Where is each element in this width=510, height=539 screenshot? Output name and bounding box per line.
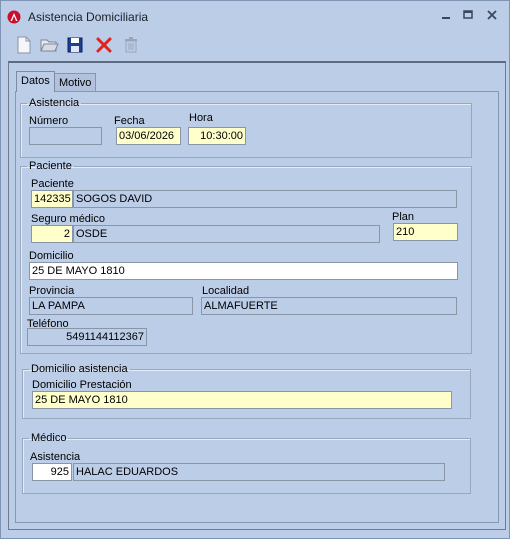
numero-label: Número: [29, 115, 69, 127]
paciente-id-field[interactable]: 142335: [31, 190, 73, 208]
seguro-name-field[interactable]: OSDE: [73, 225, 380, 243]
datos-panel: Asistencia Número Fecha 03/06/2026 Hora …: [15, 91, 499, 523]
fecha-label: Fecha: [114, 115, 145, 127]
localidad-field[interactable]: ALMAFUERTE: [201, 297, 457, 315]
restore-icon[interactable]: [461, 8, 475, 22]
domicilio-field[interactable]: 25 DE MAYO 1810: [29, 262, 458, 280]
telefono-field[interactable]: 5491144112367: [27, 328, 147, 346]
app-logo-icon: [7, 10, 21, 24]
new-document-icon[interactable]: [14, 35, 34, 55]
medico-legend: Médico: [31, 432, 67, 444]
localidad-label: Localidad: [202, 285, 250, 297]
seguro-id-field[interactable]: 2: [31, 225, 73, 243]
hora-label: Hora: [189, 112, 213, 124]
paciente-name-field[interactable]: SOGOS DAVID: [73, 190, 457, 208]
seguro-label: Seguro médico: [31, 213, 105, 225]
open-folder-icon[interactable]: [39, 35, 59, 55]
fecha-field[interactable]: 03/06/2026: [116, 127, 181, 145]
provincia-label: Provincia: [29, 285, 75, 297]
main-window: Asistencia Domiciliaria Datos Motivo Asi…: [0, 0, 510, 539]
title-bar: Asistencia Domiciliaria: [1, 1, 509, 31]
paciente-legend: Paciente: [29, 160, 72, 172]
hora-field[interactable]: 10:30:00: [188, 127, 246, 145]
medico-id-field[interactable]: 925: [32, 463, 72, 481]
plan-label: Plan: [392, 211, 415, 223]
prestacion-field[interactable]: 25 DE MAYO 1810: [32, 391, 452, 409]
asistencia-legend: Asistencia: [29, 97, 80, 109]
minimize-icon[interactable]: [439, 8, 453, 22]
medico-name-field[interactable]: HALAC EDUARDOS: [73, 463, 445, 481]
prestacion-label: Domicilio Prestación: [32, 379, 132, 391]
tab-motivo[interactable]: Motivo: [54, 73, 97, 92]
provincia-field[interactable]: LA PAMPA: [29, 297, 193, 315]
tab-datos[interactable]: Datos: [16, 71, 55, 92]
numero-field[interactable]: [29, 127, 102, 145]
toolbar: [1, 31, 509, 59]
medico-asistencia-label: Asistencia: [30, 451, 81, 463]
delete-x-icon[interactable]: [94, 35, 114, 55]
save-disk-icon[interactable]: [65, 35, 85, 55]
window-title: Asistencia Domiciliaria: [28, 10, 149, 24]
paciente-label: Paciente: [31, 178, 74, 190]
domicilio-label: Domicilio: [29, 250, 74, 262]
close-icon[interactable]: [485, 8, 499, 22]
domicilio-asistencia-legend: Domicilio asistencia: [31, 363, 128, 375]
trash-icon[interactable]: [121, 35, 141, 55]
plan-field[interactable]: 210: [393, 223, 458, 241]
